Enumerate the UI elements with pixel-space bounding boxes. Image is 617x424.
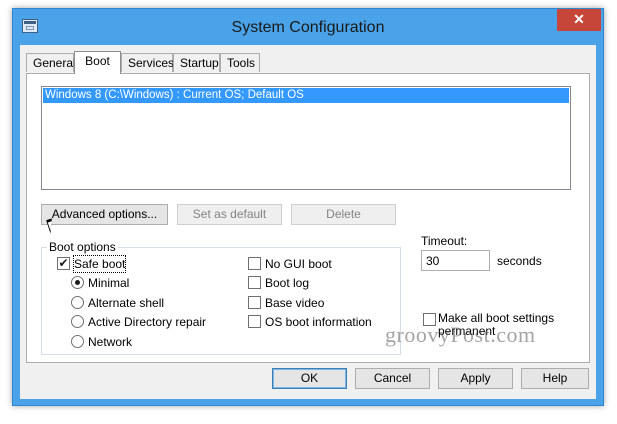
help-button[interactable]: Help xyxy=(521,368,589,389)
delete-button[interactable]: Delete xyxy=(291,204,396,225)
tab-services[interactable]: Services xyxy=(121,53,174,72)
checkmark-icon: ✔ xyxy=(57,256,70,270)
ok-button[interactable]: OK xyxy=(272,368,347,389)
window-title: System Configuration xyxy=(231,19,385,36)
checkbox-icon xyxy=(248,276,261,289)
os-list-item[interactable]: Windows 8 (C:\Windows) : Current OS; Def… xyxy=(43,88,569,103)
no-gui-boot-label: No GUI boot xyxy=(265,257,332,271)
tab-boot[interactable]: Boot xyxy=(74,51,121,74)
radio-alternate-shell-label: Alternate shell xyxy=(88,296,165,310)
timeout-label: Timeout: xyxy=(421,234,468,248)
base-video-label: Base video xyxy=(265,296,325,310)
os-boot-information-label: OS boot information xyxy=(265,315,372,329)
radio-selected-icon xyxy=(71,276,84,289)
cancel-button[interactable]: Cancel xyxy=(355,368,430,389)
safe-boot-label: Safe boot xyxy=(72,255,127,273)
radio-network-label: Network xyxy=(88,335,133,349)
watermark: groovyPost.com xyxy=(385,322,536,347)
checkbox-icon xyxy=(248,315,261,328)
close-button[interactable]: ✕ xyxy=(557,9,601,31)
tab-tools[interactable]: Tools xyxy=(220,53,260,72)
radio-active-directory-repair-label: Active Directory repair xyxy=(88,315,207,329)
radio-icon xyxy=(71,335,84,348)
boot-tab-panel: Windows 8 (C:\Windows) : Current OS; Def… xyxy=(26,73,590,363)
boot-log-label: Boot log xyxy=(265,276,310,290)
radio-icon xyxy=(71,296,84,309)
close-icon: ✕ xyxy=(573,11,585,27)
advanced-options-button[interactable]: Advanced options... xyxy=(41,204,168,225)
set-as-default-button[interactable]: Set as default xyxy=(177,204,282,225)
timeout-input[interactable] xyxy=(421,250,490,271)
checkbox-icon xyxy=(248,257,261,270)
seconds-label: seconds xyxy=(497,254,542,268)
radio-minimal-label: Minimal xyxy=(88,276,130,290)
boot-options-title: Boot options xyxy=(47,240,118,254)
tab-startup[interactable]: Startup xyxy=(173,53,220,72)
checkbox-icon xyxy=(248,296,261,309)
tab-general[interactable]: General xyxy=(26,53,76,72)
title-bar[interactable]: System Configuration ✕ xyxy=(13,9,603,45)
apply-button[interactable]: Apply xyxy=(438,368,513,389)
radio-icon xyxy=(71,315,84,328)
os-list[interactable]: Windows 8 (C:\Windows) : Current OS; Def… xyxy=(41,86,571,190)
